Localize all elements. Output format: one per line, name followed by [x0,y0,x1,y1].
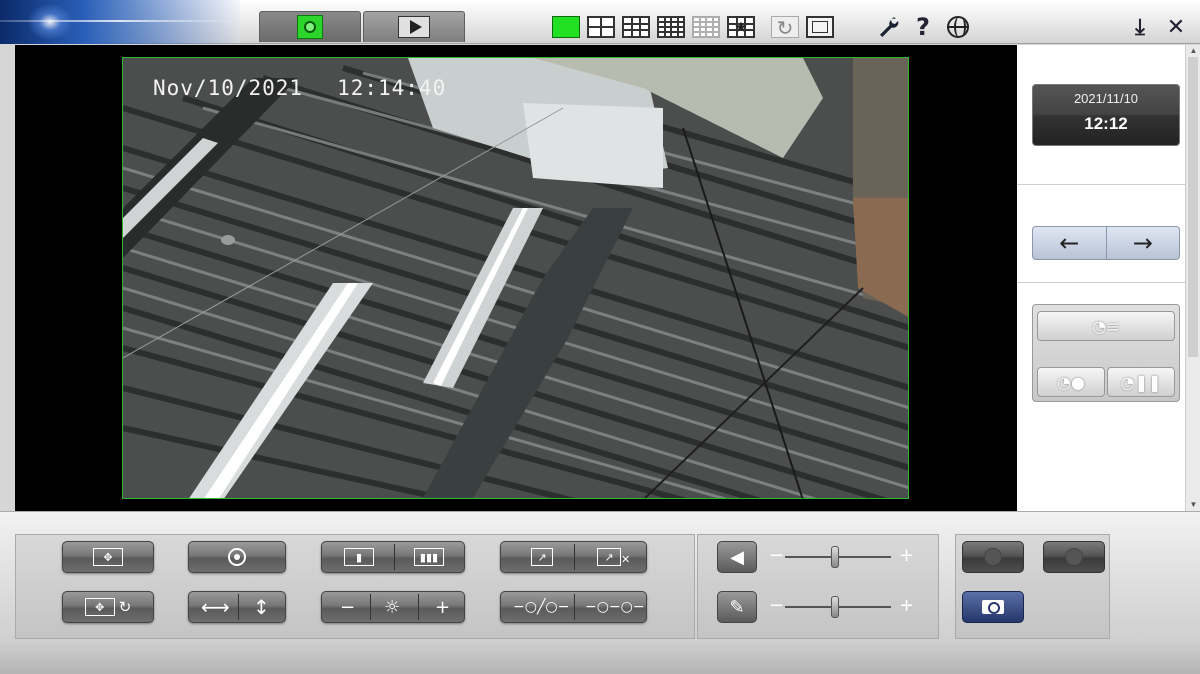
vertical-scrollbar[interactable]: ▲ ▼ [1185,45,1200,511]
help-icon[interactable]: ? [909,12,937,42]
mic-plus[interactable]: + [899,595,914,616]
prev-camera-button[interactable]: ← [1033,227,1107,259]
nine-view-button[interactable] [622,16,650,38]
clear-x-icon: ✕ [621,553,631,566]
home-position-button[interactable] [188,541,286,573]
download-icon[interactable]: ⤓ [1126,12,1154,42]
volume-knob[interactable] [831,546,839,568]
speaker-volume-slider[interactable]: ◀ − + [717,541,922,573]
globe-icon-button[interactable] [944,12,972,42]
switch-closed-icon[interactable]: −○−○− [585,599,645,615]
globe-icon [947,16,969,38]
alarm-clear-icon[interactable]: ↗ [597,548,621,566]
star-icon: ★ [734,18,748,36]
brightness-minus-button[interactable]: − [340,597,355,618]
schedule-list-button[interactable]: ◔≡ [1037,311,1175,341]
scroll-up-icon[interactable]: ▲ [1186,45,1200,57]
arrow-left-icon: ← [1059,229,1080,257]
resize-box-icon: ✥ [93,548,123,566]
rotate-icon: ↻ [118,598,132,616]
switch-open-icon[interactable]: −○╱○− [513,599,569,615]
tab-playback[interactable] [363,11,465,42]
brand-logo [0,0,240,44]
current-date: 2021/11/10 [1073,91,1139,106]
record-pause-button[interactable]: ◔❚❚ [1107,367,1175,397]
recording-panel: ◔≡ ◔● ◔❚❚ [1032,304,1180,402]
flip-buttons: ⟷ ↕ [188,591,286,623]
scene-buttons: ▮ ▮▮▮ [321,541,465,573]
camera-icon [297,15,323,39]
clock-list-icon: ◔≡ [1092,316,1120,336]
sequence-view-button[interactable]: ★ [727,16,755,38]
wrench-icon[interactable] [874,12,902,42]
video-area: Nov/10/2021 12:14:40 [15,45,1017,511]
record-dot-icon [984,548,1002,566]
single-view-button[interactable] [552,16,580,38]
tab-live[interactable] [259,11,361,42]
divider [1017,184,1185,185]
alarm-buttons: ↗ ↗ ✕ [500,541,647,573]
next-camera-button[interactable]: → [1107,227,1180,259]
alarm-image-icon[interactable]: ↗ [531,548,553,566]
brightness-plus-button[interactable]: + [435,597,450,618]
scroll-down-icon[interactable]: ▼ [1186,499,1200,511]
play-icon [398,16,430,38]
brightness-buttons: − ☼ + [321,591,465,623]
listen-button[interactable] [1043,541,1105,573]
sixteen-view-disabled-button [692,16,720,38]
snapshot-button[interactable] [962,591,1024,623]
mic-minus[interactable]: − [769,595,784,616]
refresh-icon[interactable]: ↻ [771,16,799,39]
osd-date: Nov/10/2021 [153,76,304,100]
camera-switch: ← → [1032,226,1180,260]
listen-dot-icon [1065,548,1083,566]
flip-horizontal-icon[interactable]: ⟷ [201,595,230,619]
clock-record-icon: ◔● [1057,372,1085,392]
datetime-display: 2021/11/10 12:12 [1032,84,1180,146]
feed-image [123,58,908,498]
speaker-icon: ◀ [717,541,757,573]
fullscreen-icon[interactable] [806,16,834,38]
scroll-thumb[interactable] [1188,57,1198,357]
zoom-fit-button[interactable]: ✥ [62,541,154,573]
clock-pause-icon: ◔❚❚ [1120,372,1162,392]
current-time: 12:12 [1084,114,1128,133]
divider [1017,282,1185,283]
target-icon [228,548,246,566]
record-button[interactable]: ◔● [1037,367,1105,397]
camera-feed[interactable]: Nov/10/2021 12:14:40 [122,57,909,499]
resize-rotate-icon: ✥ [84,598,115,616]
osd-time: 12:14:40 [337,76,447,100]
output-buttons: −○╱○− −○−○− [500,591,647,623]
arrow-right-icon: → [1132,229,1153,257]
zoom-in-scene-icon[interactable]: ▮ [344,548,374,566]
video-timestamp: Nov/10/2021 12:14:40 [153,76,480,100]
camera-viewer-window: ★ ↻ ? ⤓ ✕ Nov/10/2021 12:14:40 ▲ ▼ 2021/… [0,0,1200,674]
zoom-out-scene-icon[interactable]: ▮▮▮ [414,548,444,566]
control-panel: ✥ ✥ ↻ ⟷ ↕ ▮ ▮▮▮ − ☼ + ↗ ↗ ✕ −○╱○− −○−○− … [0,511,1200,674]
mic-volume-slider[interactable]: ✎ − + [717,591,922,623]
microphone-icon: ✎ [717,591,757,623]
sixteen-view-button[interactable] [657,16,685,38]
snapshot-camera-icon [982,600,1004,614]
close-icon[interactable]: ✕ [1162,12,1190,42]
brightness-sun-icon[interactable]: ☼ [384,597,400,618]
flip-vertical-icon[interactable]: ↕ [253,595,270,619]
volume-minus[interactable]: − [769,545,784,566]
volume-plus[interactable]: + [899,545,914,566]
quad-view-button[interactable] [587,16,615,38]
mic-knob[interactable] [831,596,839,618]
zoom-reset-button[interactable]: ✥ ↻ [62,591,154,623]
top-toolbar: ★ ↻ ? ⤓ ✕ [0,0,1200,44]
talk-button[interactable] [962,541,1024,573]
